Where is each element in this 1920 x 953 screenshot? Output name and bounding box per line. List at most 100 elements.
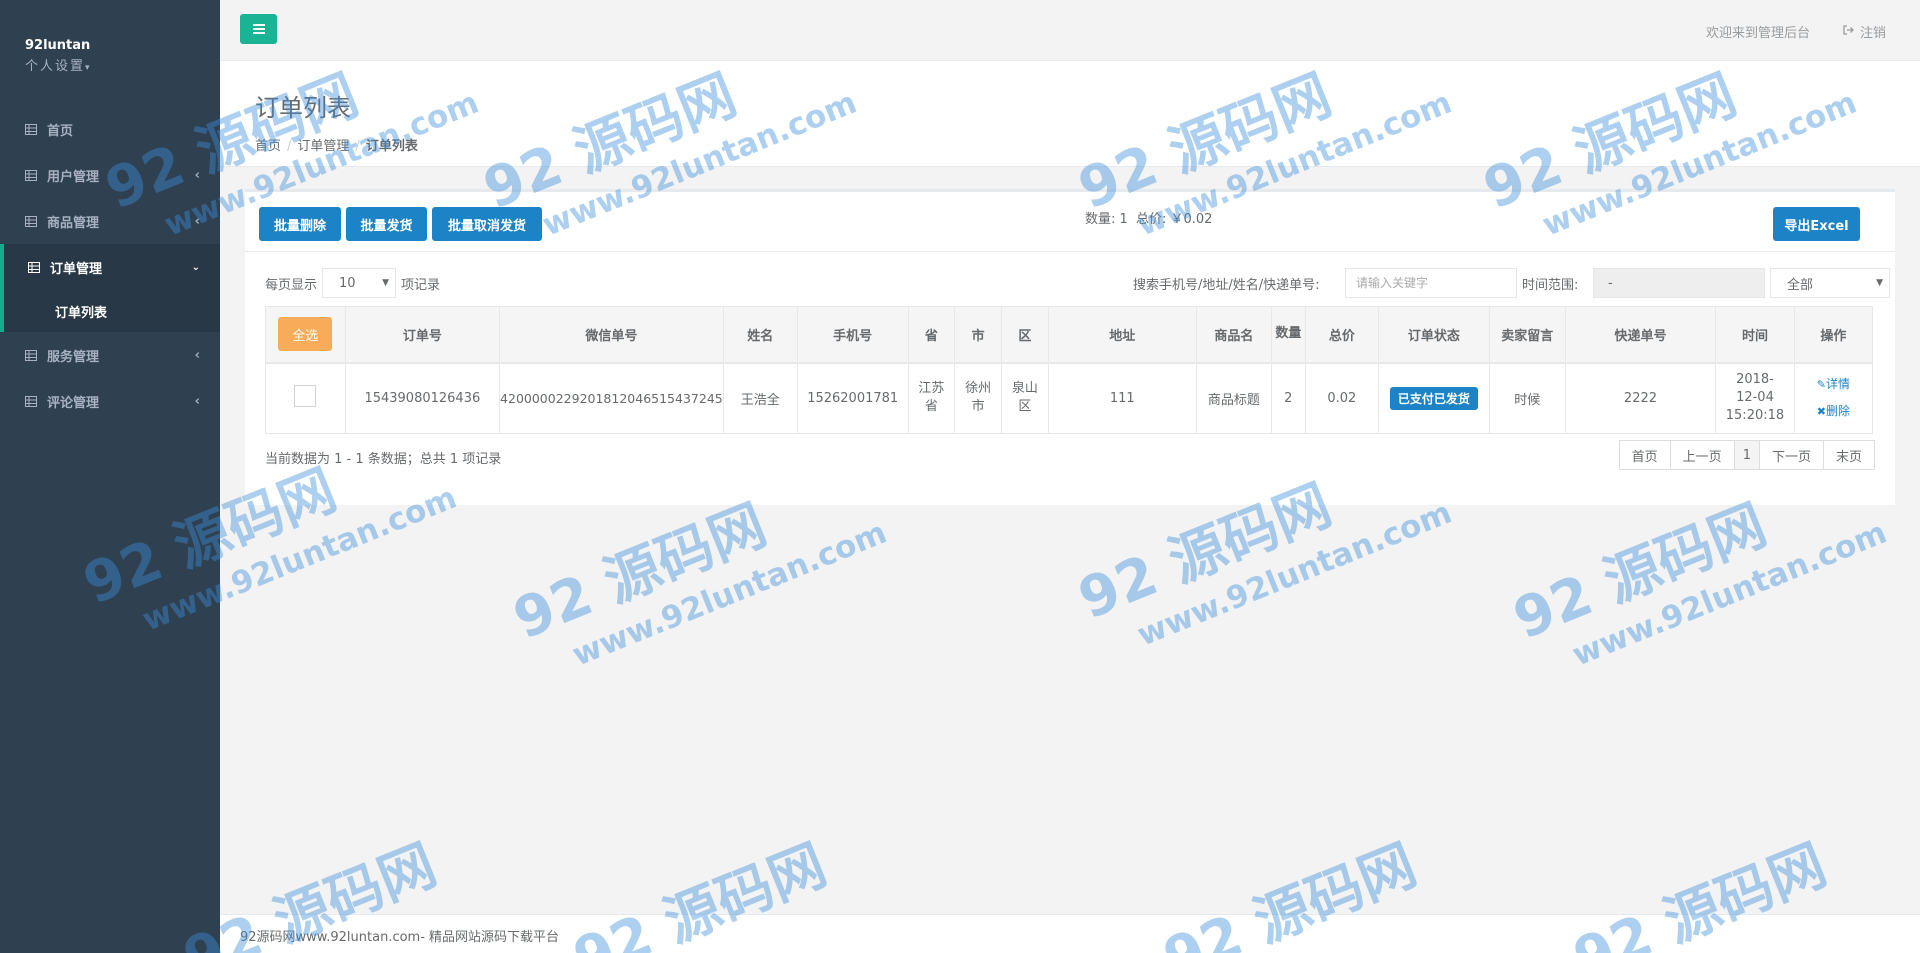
breadcrumb: 首页 / 订单管理 / 订单列表 [255,135,1920,154]
table-header-row: 全选 订单号 微信单号 姓名 手机号 省 市 区 地址 商品名 数量 总价 订单… [265,306,1874,364]
chevron-left-icon: ‹ [194,393,200,409]
sidebar-item-label: 首页 [47,123,74,139]
sidebar-item-products[interactable]: 商品管理 ‹ [0,198,220,244]
sidebar-item-comments[interactable]: 评论管理 ‹ [0,378,220,424]
breadcrumb-separator: / [287,139,292,154]
per-page-select[interactable]: 10 ▼ [322,268,397,298]
order-count: 数量: 1 [1085,212,1128,227]
qty-cell: 2 [1270,362,1306,434]
grid-icon [25,123,37,135]
district-cell: 泉山区 [1001,362,1049,434]
total-cell: 0.02 [1304,362,1380,434]
column-header[interactable]: 操作 [1793,306,1874,364]
page-first-button[interactable]: 首页 [1618,440,1671,470]
edit-icon: ✎ [1816,378,1827,392]
search-label: 搜索手机号/地址/姓名/快递单号: [1133,278,1320,293]
select-all-button[interactable]: 全选 [278,317,333,352]
personal-settings-label: 个人设置 [25,59,86,74]
caret-down-icon: ▼ [1876,278,1883,288]
status-filter-value: 全部 [1787,277,1814,293]
grid-icon [25,215,37,227]
status-badge: 已支付已发货 [1389,386,1478,410]
column-header[interactable]: 市 [954,306,1002,364]
sidebar-item-home[interactable]: 首页 [0,106,220,152]
column-header[interactable]: 区 [1001,306,1049,364]
address-cell: 111 [1047,362,1197,434]
column-header[interactable]: 总价 [1304,306,1380,364]
wechat-no-cell: 4200000229201812046515437245 [499,362,724,434]
sidebar-item-label: 用户管理 [47,169,100,185]
footer: 92源码网www.92luntan.com- 精品网站源码下载平台 [220,914,1920,953]
column-header[interactable]: 快递单号 [1564,306,1717,364]
sidebar-item-label: 服务管理 [47,349,100,365]
search-input[interactable] [1345,268,1517,298]
column-header[interactable]: 商品名 [1195,306,1272,364]
sidebar: 92luntan 个人设置▾ 首页 用户管理 ‹ 商品管理 ‹ 订单管理 ⌄ 订… [0,0,220,953]
chevron-left-icon: ‹ [194,213,200,229]
page-prev-button[interactable]: 上一页 [1669,440,1735,470]
watermark-url: www.92luntan.com [567,514,892,674]
column-header[interactable]: 订单号 [344,306,501,364]
caret-down-icon: ▼ [382,278,390,288]
table-row: 15439080126436 4200000229201812046515437… [265,362,1874,434]
page-current[interactable]: 1 [1733,440,1760,470]
status-cell: 已支付已发货 [1378,362,1490,434]
grid-icon [25,169,37,181]
express-no-cell: 2222 [1564,362,1717,434]
sidebar-item-services[interactable]: 服务管理 ‹ [0,332,220,378]
topbar: 欢迎来到管理后台 注销 [220,0,1920,61]
column-header[interactable]: 微信单号 [499,306,724,364]
sidebar-item-orders[interactable]: 订单管理 ⌄ [4,244,220,290]
logout-link[interactable]: 注销 [1843,22,1886,41]
page-next-button[interactable]: 下一页 [1758,440,1824,470]
column-header[interactable]: 手机号 [796,306,909,364]
hamburger-icon [252,22,265,36]
filter-row: 每页显示 10 ▼ 项记录 搜索手机号/地址/姓名/快递单号: 时间范围: - … [265,268,1890,300]
sidebar-item-users[interactable]: 用户管理 ‹ [0,152,220,198]
column-header[interactable]: 地址 [1047,306,1197,364]
province-cell: 江苏省 [907,362,956,434]
time-range-input[interactable]: - [1593,268,1765,298]
breadcrumb-home[interactable]: 首页 [255,139,281,154]
sidebar-item-label: 订单管理 [50,261,103,277]
chevron-left-icon: ‹ [194,347,200,363]
pagination: 首页 上一页 1 下一页 末页 [1618,440,1875,470]
profile: 92luntan 个人设置▾ [0,0,220,106]
sidebar-nav: 首页 用户管理 ‹ 商品管理 ‹ 订单管理 ⌄ 订单列表 服务管理 ‹ 评论管理… [0,106,220,424]
export-excel-button[interactable]: 导出Excel [1773,207,1860,241]
column-header[interactable]: 省 [907,306,956,364]
close-icon: ✖ [1816,405,1827,419]
per-page-control: 每页显示 10 ▼ 项记录 [265,268,440,298]
personal-settings-dropdown[interactable]: 个人设置▾ [25,55,195,74]
batch-cancel-ship-button[interactable]: 批量取消发货 [432,207,542,241]
column-header[interactable]: 姓名 [722,306,798,364]
sidebar-subitem-order-list[interactable]: 订单列表 [4,290,220,332]
column-header[interactable]: 时间 [1715,306,1795,364]
sidebar-toggle-button[interactable] [240,14,277,44]
detail-label: 详情 [1826,377,1851,392]
phone-cell: 15262001781 [796,362,909,434]
time-cell: 2018-12-04 15:20:18 [1715,362,1795,434]
detail-link[interactable]: ✎详情 [1795,371,1872,398]
batch-ship-button[interactable]: 批量发货 [346,207,427,241]
watermark-url: www.92luntan.com [1132,494,1457,654]
breadcrumb-separator: / [355,139,360,154]
grid-icon [28,261,40,273]
column-header[interactable]: 卖家留言 [1488,306,1566,364]
product-cell: 商品标题 [1195,362,1272,434]
row-checkbox-cell [265,362,346,434]
chevron-left-icon: ‹ [194,167,200,183]
grid-icon [25,349,37,361]
page-last-button[interactable]: 末页 [1822,440,1875,470]
column-header[interactable]: 数量 [1270,306,1306,364]
status-filter-select[interactable]: 全部 ▼ [1770,268,1890,298]
batch-delete-button[interactable]: 批量删除 [259,207,341,241]
per-page-prefix: 每页显示 [265,277,318,293]
watermark-url: www.92luntan.com [1567,514,1892,674]
row-checkbox[interactable] [294,385,317,408]
breadcrumb-orders[interactable]: 订单管理 [297,139,349,154]
order-list-panel: 批量删除 批量发货 批量取消发货 数量: 1 总价: ￥0.02 导出Excel… [245,189,1895,505]
column-header[interactable]: 订单状态 [1378,306,1490,364]
delete-link[interactable]: ✖删除 [1795,398,1872,425]
city-cell: 徐州市 [954,362,1002,434]
